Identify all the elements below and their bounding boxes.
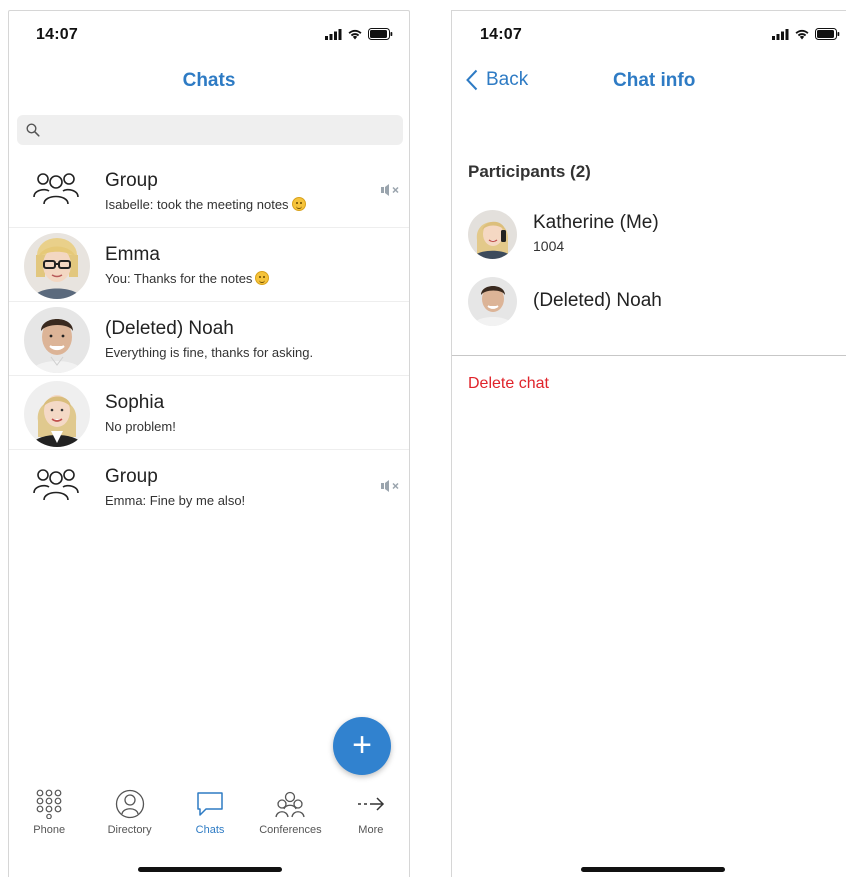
participant-item[interactable]: Katherine (Me) 1004 [468,210,838,262]
avatar [24,381,90,447]
muted-icon [381,184,399,196]
participants-header: Participants (2) [468,162,591,181]
participant-extension: 1004 [533,238,565,254]
wifi-icon [795,29,809,40]
back-button[interactable]: Back [466,69,528,91]
chat-list-item[interactable]: (Deleted) Noah Everything is fine, thank… [9,302,409,376]
divider [452,355,846,356]
new-chat-button[interactable]: + [333,717,391,775]
chat-preview: Emma: Fine by me also! [105,493,246,508]
chat-name: Group [105,466,158,487]
chat-bubble-icon [197,792,223,816]
chat-preview-text: Isabelle: took the meeting notes [105,197,289,212]
chat-list-item[interactable]: Group Isabelle: took the meeting notes [9,154,409,228]
home-indicator [581,867,725,872]
chevron-left-icon [466,69,478,91]
chat-preview: No problem! [105,419,176,434]
tab-directory[interactable]: Directory [89,789,169,849]
chat-list-item[interactable]: Sophia No problem! [9,376,409,450]
status-time: 14:07 [36,26,78,43]
tab-label: Conferences [259,824,322,836]
signal-icon [325,28,342,40]
chat-list-item[interactable]: Group Emma: Fine by me also! [9,450,409,524]
status-bar: 14:07 [9,11,409,61]
tab-chats[interactable]: Chats [170,789,250,849]
battery-icon [815,28,840,40]
avatar [24,233,90,299]
smile-emoji-icon [291,197,306,211]
tab-label: More [358,824,384,836]
muted-icon [381,480,399,492]
page-title: Chats [182,70,236,91]
tab-label: Chats [195,824,225,836]
tab-more[interactable]: More [331,789,409,849]
tab-phone[interactable]: Phone [9,789,89,849]
status-time: 14:07 [480,26,522,43]
person-circle-icon [115,789,144,819]
back-label: Back [486,69,529,90]
signal-icon [772,28,789,40]
tab-label: Phone [33,824,66,836]
chat-preview: You: Thanks for the notes [105,271,270,286]
chat-preview: Isabelle: took the meeting notes [105,197,306,212]
chat-name: Emma [105,244,160,265]
chat-name: (Deleted) Noah [105,318,234,339]
avatar [468,210,517,259]
arrow-right-icon [357,797,384,811]
search-input[interactable] [45,115,395,145]
group-icon [33,469,79,501]
smile-emoji-icon [255,271,270,285]
participant-item[interactable]: (Deleted) Noah [468,277,838,329]
chat-name: Group [105,170,158,191]
home-indicator [138,867,282,872]
chat-info-screen: 14:07 Back Chat info Participants (2) Ka… [451,10,846,877]
status-icons [772,28,840,40]
chat-list-item[interactable]: Emma You: Thanks for the notes [9,228,409,302]
group-icon [33,173,79,205]
chat-name: Sophia [105,392,165,413]
delete-chat-button[interactable]: Delete chat [468,375,549,393]
status-bar: 14:07 [452,11,846,61]
participant-name: (Deleted) Noah [533,290,662,311]
tab-conferences[interactable]: Conferences [250,789,330,849]
status-icons [325,28,393,40]
participant-name: Katherine (Me) [533,212,659,233]
chats-screen: 14:07 Chats Group Isabelle: took the mee… [8,10,410,877]
wifi-icon [348,29,362,40]
chat-list: Group Isabelle: took the meeting notes E… [9,154,409,524]
battery-icon [368,28,393,40]
people-icon [275,791,306,818]
tab-label: Directory [107,824,152,836]
avatar [24,307,90,373]
page-title: Chat info [613,70,696,91]
chat-preview-text: You: Thanks for the notes [105,271,253,286]
chat-preview: Everything is fine, thanks for asking. [105,345,314,360]
avatar [468,277,517,326]
dialpad-icon [36,789,62,819]
search-icon [26,123,40,137]
tab-bar: Phone Directory Chats Conferences More [9,789,409,849]
search-bar[interactable] [17,115,403,145]
